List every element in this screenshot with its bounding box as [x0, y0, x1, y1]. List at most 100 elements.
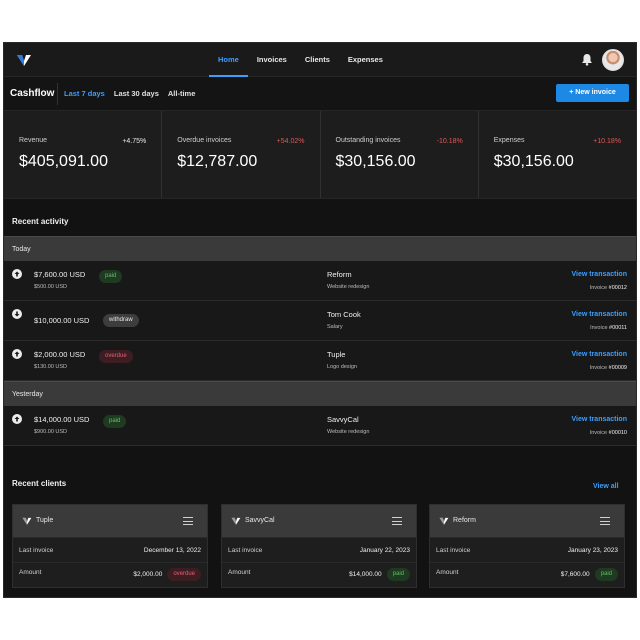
amount-row: Amount $14,000.00 paid	[222, 563, 416, 588]
client-card-header: Tuple	[13, 505, 207, 538]
tab-all-time[interactable]: All-time	[168, 89, 196, 98]
nav-invoices[interactable]: Invoices	[248, 43, 296, 77]
last-invoice-date: January 22, 2023	[359, 547, 410, 554]
activity-client: Tuple	[327, 350, 346, 359]
last-invoice-label: Last invoice	[436, 547, 471, 554]
logo-icon[interactable]	[16, 52, 32, 68]
last-invoice-label: Last invoice	[228, 547, 263, 554]
client-card-header: Reform	[430, 505, 624, 538]
view-transaction-link[interactable]: View transaction	[571, 351, 627, 358]
activity-description: Salary	[327, 324, 343, 330]
activity-tax: $500.00 USD	[34, 284, 68, 290]
activity-amount: $10,000.00 USD	[34, 316, 90, 325]
stat-label: Overdue invoices	[177, 137, 232, 144]
menu-icon[interactable]	[392, 517, 402, 525]
amount-row: Amount $7,600.00 paid	[430, 563, 624, 588]
activity-row[interactable]: $2,000.00 USD $130.00 USD overdue Tuple …	[4, 341, 636, 381]
client-card-header: SavvyCal	[222, 505, 416, 538]
stat-label: Revenue	[19, 137, 48, 144]
stat-card-revenue: Revenue +4.75% $405,091.00	[4, 111, 163, 198]
stat-card-overdue: Overdue invoices +54.02% $12,787.00	[162, 111, 321, 198]
amount-group: $7,600.00 paid	[561, 568, 618, 581]
menu-icon[interactable]	[600, 517, 610, 525]
last-invoice-date: December 13, 2022	[143, 547, 201, 554]
activity-row[interactable]: $14,000.00 USD $900.00 USD paid SavvyCal…	[4, 406, 636, 446]
tab-last-30-days[interactable]: Last 30 days	[114, 89, 159, 98]
client-name: SavvyCal	[245, 517, 275, 524]
client-card-savvycal[interactable]: SavvyCal Last invoice January 22, 2023 A…	[221, 504, 417, 588]
invoice-number: Invoice #00009	[590, 365, 627, 371]
activity-table: Today $7,600.00 USD $500.00 USD paid Ref…	[4, 236, 636, 446]
invoice-number: Invoice #00011	[590, 325, 627, 331]
status-badge: withdraw	[103, 314, 139, 327]
activity-description: Website redesign	[327, 429, 370, 435]
amount-label: Amount	[19, 569, 42, 576]
new-invoice-button[interactable]: + New invoice	[556, 84, 629, 102]
nav-expenses[interactable]: Expenses	[339, 43, 392, 77]
stat-change: -10.18%	[436, 138, 463, 145]
activity-tax: $130.00 USD	[34, 364, 68, 370]
nav-home[interactable]: Home	[209, 43, 248, 77]
stat-value: $30,156.00	[335, 153, 416, 170]
status-badge: overdue	[167, 568, 201, 581]
stat-card-expenses: Expenses +10.18% $30,156.00	[478, 111, 636, 198]
activity-description: Logo design	[327, 364, 357, 370]
nav-clients[interactable]: Clients	[296, 43, 339, 77]
activity-row[interactable]: $7,600.00 USD $500.00 USD paid Reform We…	[4, 261, 636, 301]
cashflow-header: Cashflow Last 7 days Last 30 days All-ti…	[4, 77, 636, 111]
client-name: Reform	[453, 517, 476, 524]
tab-last-7-days[interactable]: Last 7 days	[64, 89, 105, 98]
amount-row: Amount $2,000.00 overdue	[13, 563, 207, 588]
amount-value: $2,000.00	[133, 571, 163, 578]
last-invoice-row: Last invoice January 22, 2023	[222, 538, 416, 563]
last-invoice-date: January 23, 2023	[567, 547, 618, 554]
client-card-reform[interactable]: Reform Last invoice January 23, 2023 Amo…	[429, 504, 625, 588]
invoice-number: Invoice #00012	[590, 285, 627, 291]
amount-value: $14,000.00	[349, 571, 382, 578]
view-all-link[interactable]: View all	[593, 483, 619, 490]
amount-label: Amount	[436, 569, 459, 576]
status-badge: paid	[386, 568, 410, 581]
invoice-id: #00009	[608, 365, 627, 371]
avatar[interactable]	[602, 49, 624, 71]
stat-label: Expenses	[493, 137, 525, 144]
menu-icon[interactable]	[183, 517, 193, 525]
recent-clients-title: Recent clients	[12, 479, 67, 488]
group-header-yesterday: Yesterday	[4, 381, 636, 406]
amount-group: $14,000.00 paid	[349, 568, 410, 581]
stat-label: Outstanding invoices	[335, 137, 401, 144]
status-badge: overdue	[99, 350, 133, 363]
group-header-today: Today	[4, 236, 636, 261]
activity-amount: $14,000.00 USD	[34, 415, 90, 424]
invoice-prefix: Invoice	[590, 325, 608, 331]
view-transaction-link[interactable]: View transaction	[571, 271, 627, 278]
cashflow-title: Cashflow	[10, 88, 55, 99]
bell-icon[interactable]	[581, 53, 593, 66]
activity-client: Reform	[327, 270, 352, 279]
view-transaction-link[interactable]: View transaction	[571, 311, 627, 318]
invoice-id: #00012	[608, 285, 627, 291]
amount-group: $2,000.00 overdue	[133, 568, 201, 581]
activity-description: Website redesign	[327, 284, 370, 290]
stat-card-outstanding: Outstanding invoices -10.18% $30,156.00	[320, 111, 479, 198]
status-badge: paid	[99, 270, 123, 283]
last-invoice-label: Last invoice	[19, 547, 54, 554]
invoice-prefix: Invoice	[589, 430, 608, 436]
stat-value: $30,156.00	[493, 153, 574, 170]
client-logo-icon	[231, 517, 241, 525]
view-transaction-link[interactable]: View transaction	[571, 416, 627, 423]
divider	[57, 83, 58, 105]
client-card-tuple[interactable]: Tuple Last invoice December 13, 2022 Amo…	[12, 504, 208, 588]
activity-row[interactable]: $10,000.00 USD withdraw Tom Cook Salary …	[4, 301, 636, 341]
client-logo-icon	[439, 517, 449, 525]
activity-amount: $2,000.00 USD	[34, 350, 86, 359]
arrow-up-circle-icon	[12, 269, 22, 279]
amount-value: $7,600.00	[560, 571, 590, 578]
invoice-id: #00011	[609, 325, 627, 331]
stat-change: +54.02%	[276, 138, 305, 145]
activity-amount: $7,600.00 USD	[34, 270, 86, 279]
client-name: Tuple	[36, 517, 54, 524]
amount-label: Amount	[228, 569, 251, 576]
invoice-id: #00010	[608, 430, 627, 436]
status-badge: paid	[103, 415, 127, 428]
